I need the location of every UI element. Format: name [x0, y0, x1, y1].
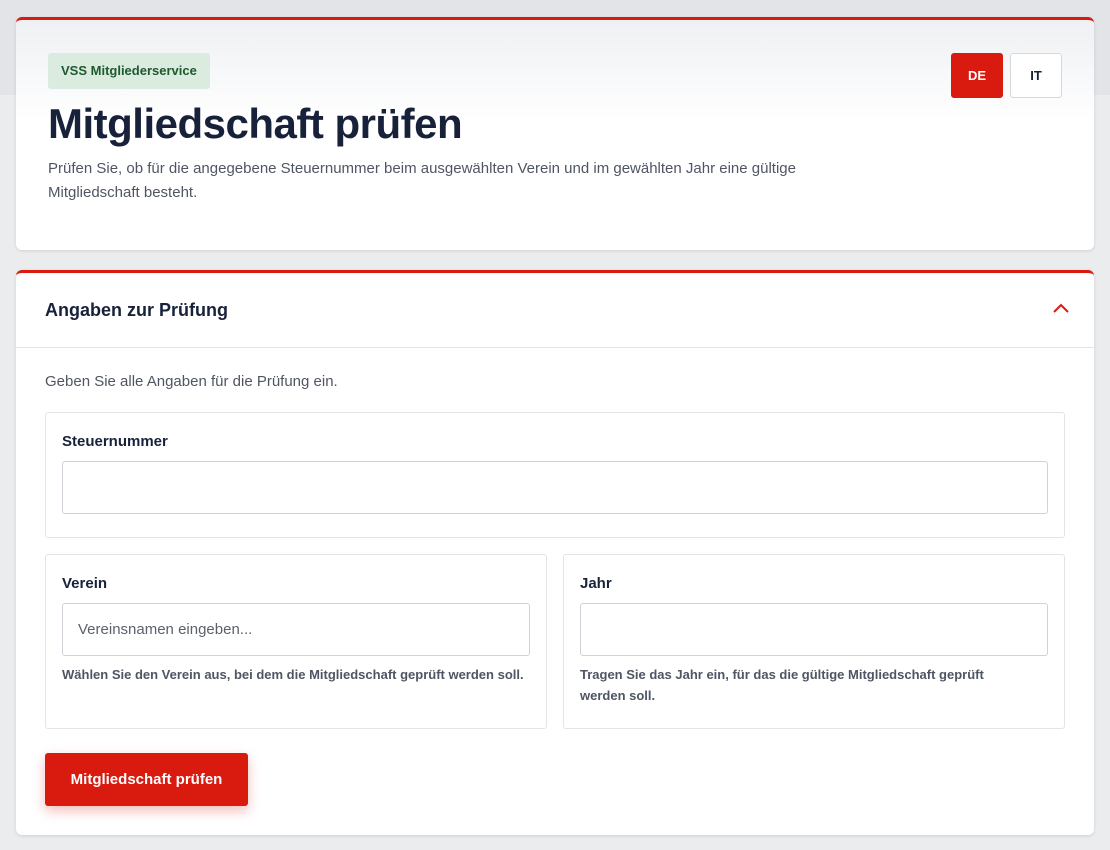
tax-number-input[interactable]	[62, 461, 1048, 514]
section-title: Angaben zur Prüfung	[45, 300, 228, 320]
language-button-it[interactable]: IT	[1010, 53, 1062, 98]
club-input[interactable]	[62, 603, 530, 656]
page-title: Mitgliedschaft prüfen	[48, 100, 463, 147]
section-header[interactable]: Angaben zur Prüfung	[16, 273, 1094, 348]
header-card: VSS Mitgliederservice DE IT Mitgliedscha…	[16, 17, 1094, 250]
language-switcher: DE IT	[951, 53, 1062, 98]
submit-button[interactable]: Mitgliedschaft prüfen	[45, 753, 248, 806]
chevron-up-icon[interactable]	[1050, 297, 1072, 319]
tax-number-group: Steuernummer	[45, 412, 1065, 538]
page-description: Prüfen Sie, ob für die angegebene Steuer…	[48, 160, 796, 201]
year-label: Jahr	[580, 575, 612, 592]
club-group: Verein Wählen Sie den Verein aus, bei de…	[45, 554, 547, 729]
language-button-de[interactable]: DE	[951, 53, 1003, 98]
club-hint: Wählen Sie den Verein aus, bei dem die M…	[62, 667, 524, 682]
service-badge: VSS Mitgliederservice	[48, 53, 210, 89]
verification-form-card: Angaben zur Prüfung Geben Sie alle Angab…	[16, 270, 1094, 835]
year-group: Jahr Tragen Sie das Jahr ein, für das di…	[563, 554, 1065, 729]
tax-number-label: Steuernummer	[62, 433, 168, 450]
section-intro: Geben Sie alle Angaben für die Prüfung e…	[45, 373, 338, 390]
year-hint: Tragen Sie das Jahr ein, für das die gül…	[580, 667, 984, 703]
club-label: Verein	[62, 575, 108, 592]
year-input[interactable]	[580, 603, 1048, 656]
